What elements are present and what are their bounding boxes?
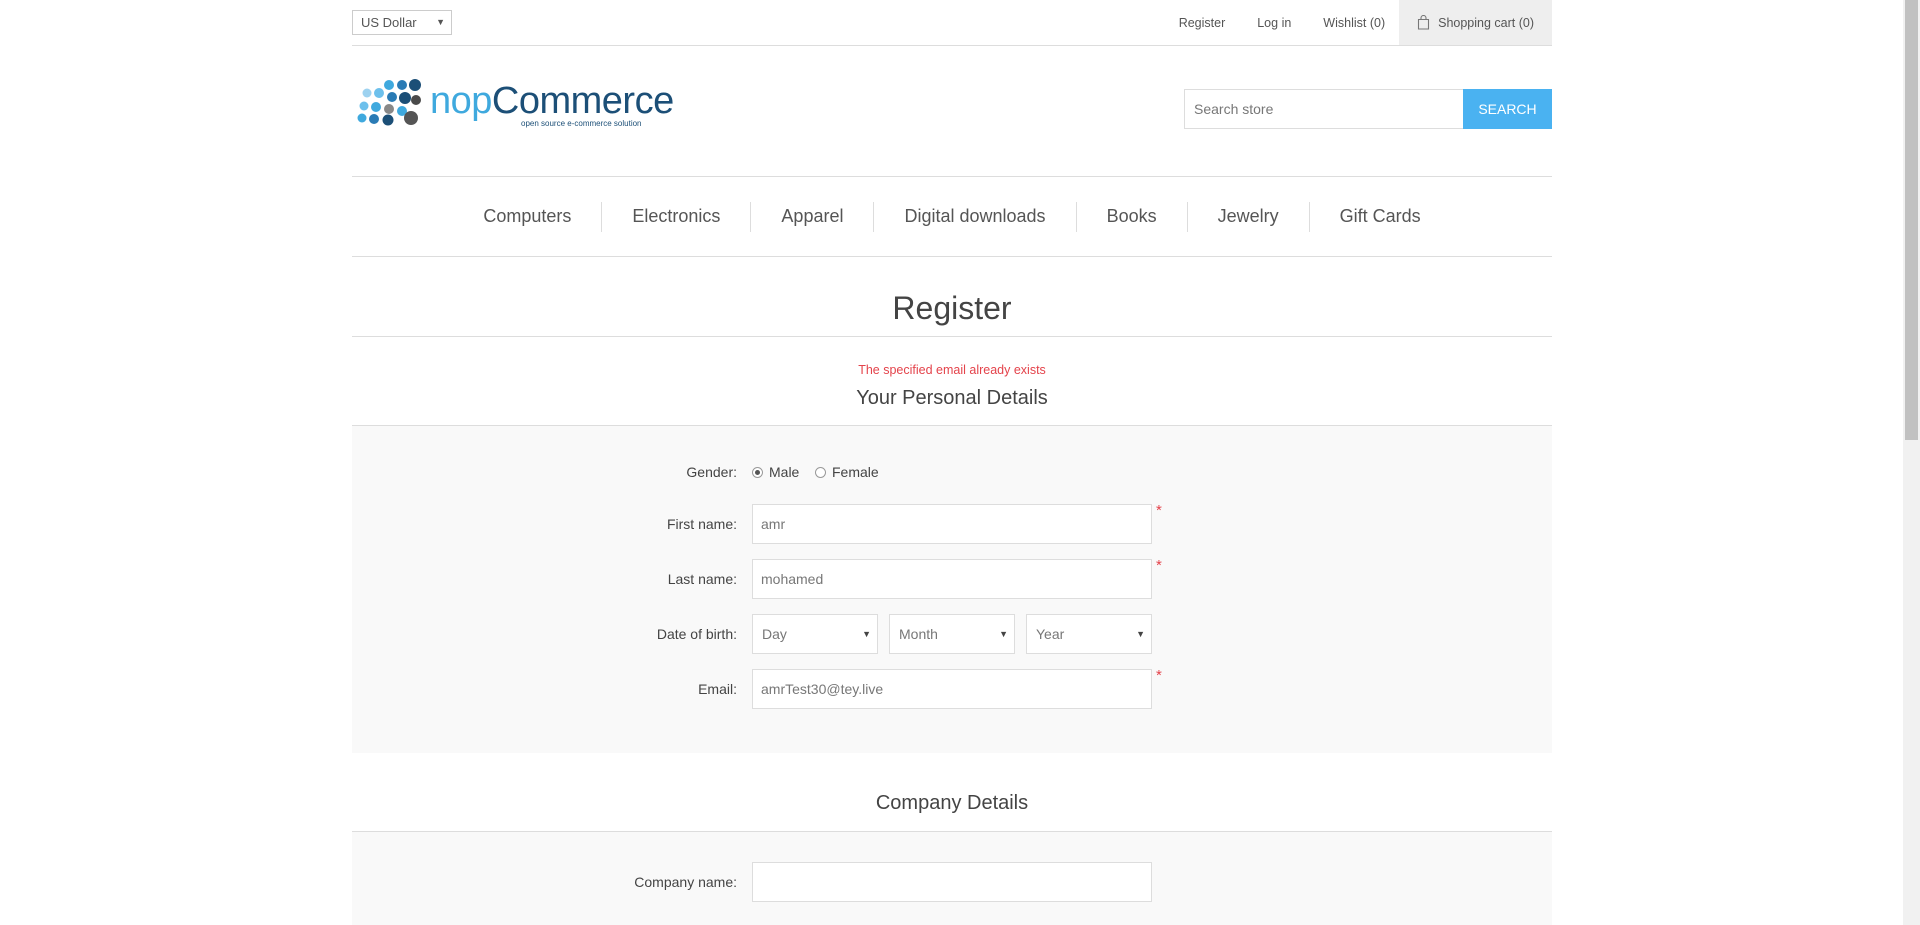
gender-male-radio[interactable] — [752, 467, 763, 478]
header-links-bar: US Dollar ▼ Register Log in Wishlist (0)… — [352, 0, 1552, 46]
dob-day-value: Day — [762, 626, 787, 642]
menu-item-digital-downloads[interactable]: Digital downloads — [874, 206, 1075, 227]
menu-item-jewelry[interactable]: Jewelry — [1188, 206, 1309, 227]
page: US Dollar ▼ Register Log in Wishlist (0)… — [352, 0, 1552, 925]
dob-year-value: Year — [1036, 626, 1065, 642]
header-links: Register Log in Wishlist (0) Shopping ca… — [1179, 0, 1552, 45]
currency-value: US Dollar — [361, 15, 417, 30]
scrollbar-thumb[interactable] — [1905, 0, 1918, 440]
search-button[interactable]: Search — [1463, 89, 1552, 129]
chevron-down-icon: ▼ — [1136, 629, 1145, 639]
personal-details-title: Your Personal Details — [856, 387, 1048, 409]
currency-selector[interactable]: US Dollar ▼ — [352, 10, 452, 35]
gender-male-label[interactable]: Male — [769, 464, 799, 480]
menu-item-gift-cards[interactable]: Gift Cards — [1310, 206, 1451, 227]
page-scrollbar[interactable] — [1903, 0, 1920, 925]
company-name-field[interactable] — [752, 862, 1152, 902]
personal-details-panel: Gender: Male Female First name: amr * La… — [352, 426, 1552, 753]
last-name-field[interactable]: mohamed — [752, 559, 1152, 599]
shopping-cart-link[interactable]: Shopping cart (0) — [1399, 0, 1552, 45]
last-name-label: Last name: — [667, 571, 737, 587]
logo-tagline: open source e-commerce solution — [521, 119, 642, 128]
required-marker: * — [1156, 557, 1162, 574]
required-marker: * — [1156, 502, 1162, 519]
company-name-label: Company name: — [634, 874, 737, 890]
menu-item-books[interactable]: Books — [1077, 206, 1187, 227]
gender-female-label[interactable]: Female — [832, 464, 879, 480]
date-of-birth-label: Date of birth: — [656, 626, 737, 642]
dob-year-select[interactable]: Year ▼ — [1026, 614, 1152, 654]
first-name-field[interactable]: amr — [752, 504, 1152, 544]
menu-item-computers[interactable]: Computers — [453, 206, 601, 227]
wishlist-link[interactable]: Wishlist (0) — [1323, 16, 1385, 30]
top-menu: Computers Electronics Apparel Digital do… — [352, 176, 1552, 257]
chevron-down-icon: ▼ — [436, 17, 445, 27]
chevron-down-icon: ▼ — [862, 629, 871, 639]
chevron-down-icon: ▼ — [999, 629, 1008, 639]
menu-item-electronics[interactable]: Electronics — [602, 206, 750, 227]
login-link[interactable]: Log in — [1257, 16, 1291, 30]
logo-wordmark: nopCommerce — [430, 80, 674, 122]
required-marker: * — [1156, 667, 1162, 684]
gender-label: Gender: — [686, 464, 737, 480]
shopping-cart-label: Shopping cart (0) — [1438, 15, 1534, 30]
dob-month-select[interactable]: Month ▼ — [889, 614, 1015, 654]
store-logo[interactable]: nopCommerce open source e-commerce solut… — [352, 78, 674, 138]
logo-mark-icon — [357, 79, 421, 126]
shopping-bag-icon — [1418, 15, 1430, 30]
email-label: Email: — [698, 681, 737, 697]
register-link[interactable]: Register — [1179, 16, 1226, 30]
dob-day-select[interactable]: Day ▼ — [752, 614, 878, 654]
validation-error-message: The specified email already exists — [858, 363, 1046, 377]
dob-month-value: Month — [899, 626, 938, 642]
company-details-title: Company Details — [875, 792, 1029, 814]
page-title: Register — [892, 290, 1012, 326]
menu-item-apparel[interactable]: Apparel — [751, 206, 873, 227]
first-name-label: First name: — [666, 516, 737, 532]
gender-female-radio[interactable] — [815, 467, 826, 478]
search-input[interactable]: Search store — [1184, 89, 1464, 129]
company-details-panel: Company name: — [352, 832, 1552, 925]
title-divider — [352, 336, 1552, 337]
email-field[interactable]: amrTest30@tey.live — [752, 669, 1152, 709]
